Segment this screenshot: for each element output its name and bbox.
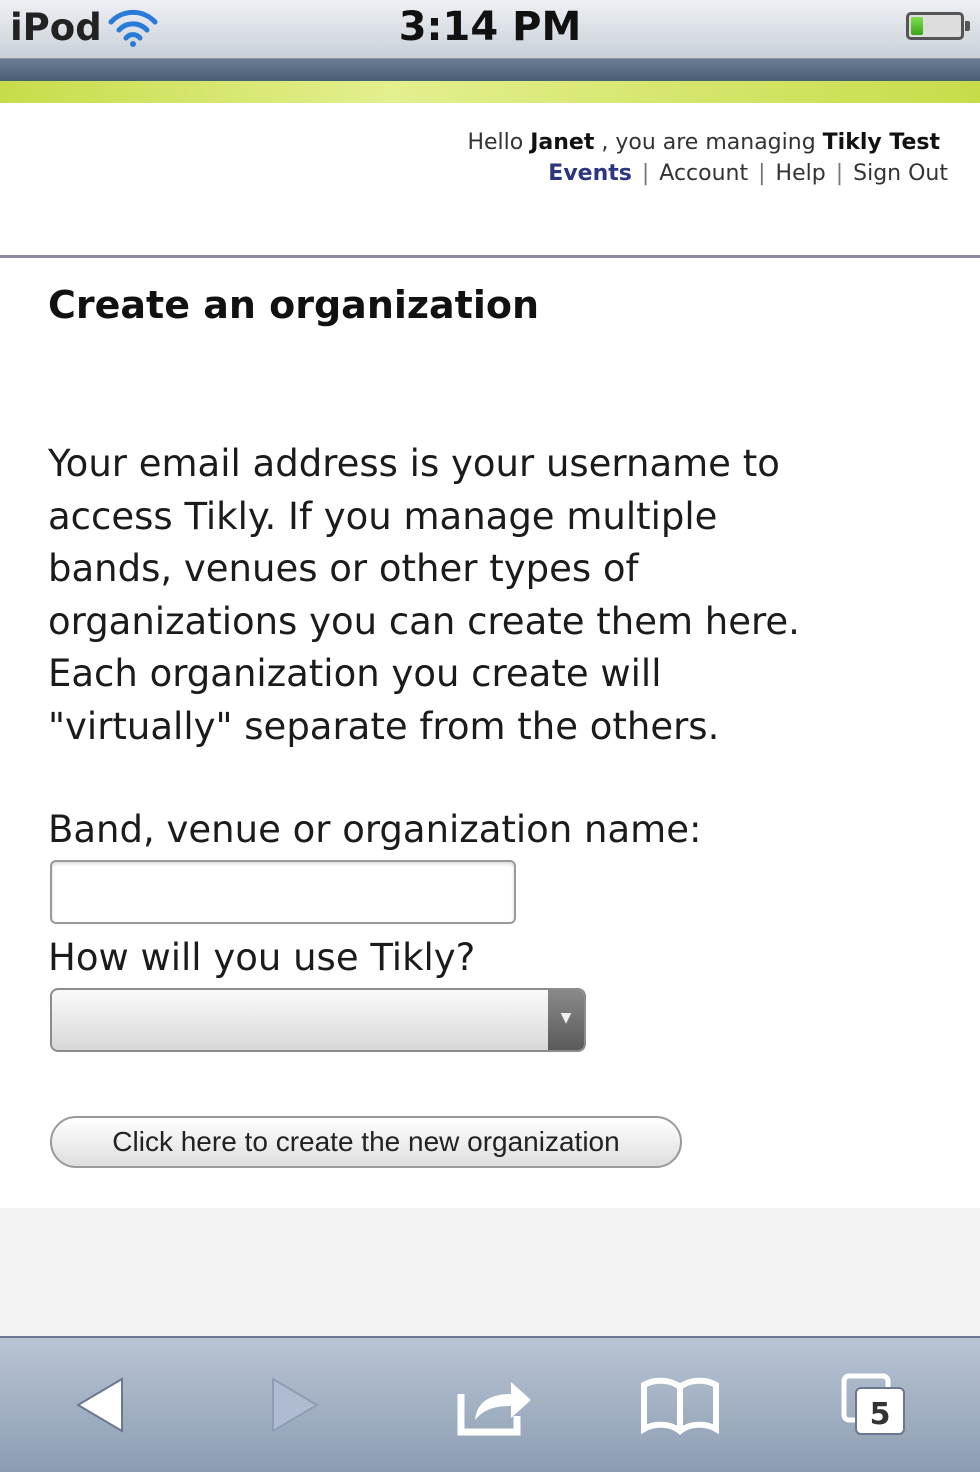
nav-events-link[interactable]: Events bbox=[548, 161, 632, 186]
nav-separator: | bbox=[641, 161, 650, 186]
nav-separator: | bbox=[835, 161, 844, 186]
intro-line: bands, venues or other types of bbox=[48, 547, 639, 590]
intro-line: "virtually" separate from the others. bbox=[48, 704, 720, 748]
chevron-down-icon: ▼ bbox=[548, 990, 584, 1050]
share-icon[interactable] bbox=[435, 1338, 555, 1472]
header-divider bbox=[0, 255, 980, 258]
nav-help-link[interactable]: Help bbox=[776, 161, 826, 186]
user-name: Janet bbox=[530, 130, 595, 155]
org-name: Tikly Test bbox=[822, 130, 940, 155]
greeting-middle: , you are managing bbox=[601, 130, 816, 155]
nav-account-link[interactable]: Account bbox=[659, 161, 748, 186]
intro-line: access Tikly. If you manage multiple bbox=[48, 494, 718, 538]
tabs-icon[interactable]: 5 bbox=[815, 1338, 935, 1472]
intro-text: Your email address is your username to a… bbox=[48, 438, 948, 753]
org-name-label: Band, venue or organization name: bbox=[48, 808, 702, 851]
browser-toolbar: 5 bbox=[0, 1336, 980, 1472]
tabs-count: 5 bbox=[870, 1397, 891, 1432]
user-greeting: Hello Janet , you are managing Tikly Tes… bbox=[467, 130, 940, 155]
back-icon[interactable] bbox=[40, 1338, 160, 1472]
top-nav: Events | Account | Help | Sign Out bbox=[548, 161, 948, 186]
status-bar: iPod 3:14 PM bbox=[0, 0, 980, 59]
nav-separator: | bbox=[758, 161, 766, 186]
battery-icon bbox=[906, 12, 970, 40]
forward-icon[interactable] bbox=[235, 1338, 355, 1472]
header-band-blue bbox=[0, 59, 980, 81]
status-clock: 3:14 PM bbox=[398, 4, 582, 50]
nav-signout-link[interactable]: Sign Out bbox=[853, 161, 948, 186]
intro-line: organizations you can create them here. bbox=[48, 599, 800, 643]
intro-line: Each organization you create will bbox=[48, 652, 662, 695]
usage-select[interactable]: ▼ bbox=[50, 988, 586, 1052]
org-name-input[interactable] bbox=[50, 860, 516, 924]
usage-label: How will you use Tikly? bbox=[48, 936, 476, 979]
header-band-green bbox=[0, 81, 980, 103]
greeting-prefix: Hello bbox=[467, 130, 524, 155]
intro-line: Your email address is your username to bbox=[48, 442, 780, 485]
bookmarks-icon[interactable] bbox=[620, 1338, 740, 1472]
page-title: Create an organization bbox=[48, 283, 540, 327]
create-organization-button[interactable]: Click here to create the new organizatio… bbox=[50, 1116, 682, 1168]
page-footer-area bbox=[0, 1208, 980, 1336]
